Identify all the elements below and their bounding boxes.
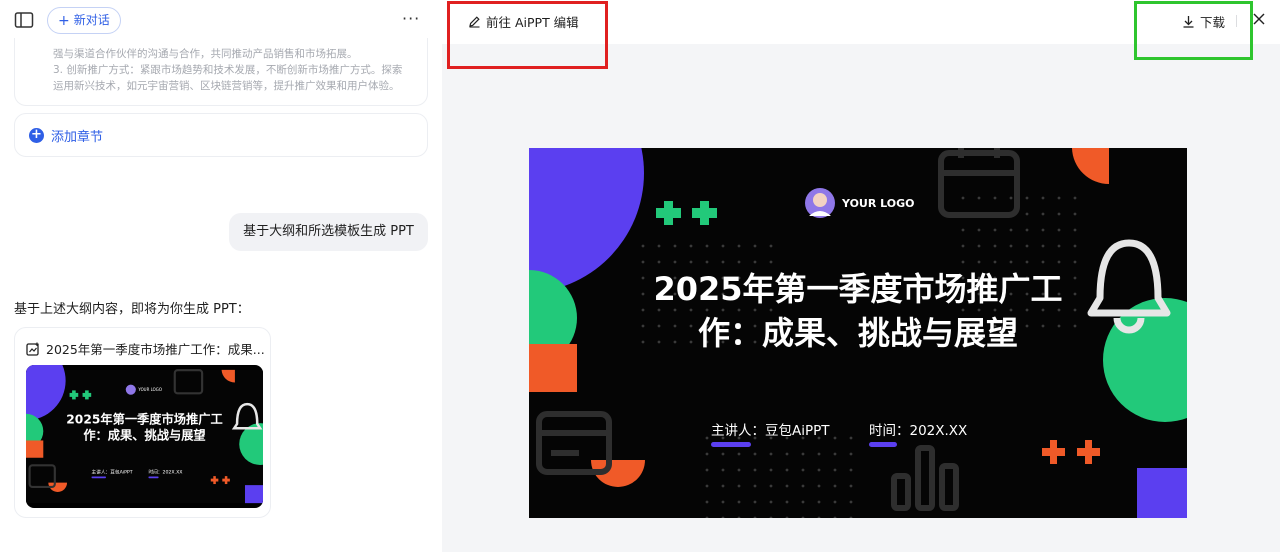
svg-text:2025年第一季度市场推广工: 2025年第一季度市场推广工 xyxy=(66,412,222,427)
user-message: 基于大纲和所选模板生成 PPT xyxy=(229,213,428,251)
plus-icon: + xyxy=(58,12,70,29)
ppt-file-icon xyxy=(26,342,39,356)
slide-time: 时间：202X.XX xyxy=(869,423,967,439)
ppt-thumbnail-graphic: YOUR LOGO 2025年第一季度市场推广工 作：成果、挑战与展望 主讲人：… xyxy=(26,365,263,504)
slide-logo-text: YOUR LOGO xyxy=(841,197,915,210)
new-chat-label: 新对话 xyxy=(73,13,110,27)
ppt-card-title: 2025年第一季度市场推广工作：成果... xyxy=(46,342,265,357)
ppt-card[interactable]: 2025年第一季度市场推广工作：成果... YOUR LOGO 2025年第一季… xyxy=(14,327,271,518)
close-icon[interactable] xyxy=(1252,12,1266,26)
slide-graphic: YOUR LOGO 2025年第一季度市场推广工 作：成果、挑战与展望 主讲人：… xyxy=(529,148,1187,518)
chat-panel: + 新对话 ··· 强与渠道合作伙伴的沟通与合作，共同推动产品销售和市场拓展。 … xyxy=(0,0,442,552)
chat-topbar: + 新对话 ··· xyxy=(0,0,442,40)
svg-text:YOUR LOGO: YOUR LOGO xyxy=(138,387,162,392)
ppt-card-title-row: 2025年第一季度市场推广工作：成果... xyxy=(26,339,265,358)
slide-preview: YOUR LOGO 2025年第一季度市场推广工 作：成果、挑战与展望 主讲人：… xyxy=(529,148,1187,518)
svg-text:作：成果、挑战与展望: 作：成果、挑战与展望 xyxy=(83,427,205,442)
add-circle-icon: + xyxy=(29,127,44,143)
outline-line: 运用新兴技术，如元宇宙营销、区块链营销等，提升推广效果和用户体验。 xyxy=(53,80,400,92)
edit-highlight-box xyxy=(447,1,608,69)
add-chapter-button[interactable]: + 添加章节 xyxy=(14,113,428,157)
ppt-thumbnail[interactable]: YOUR LOGO 2025年第一季度市场推广工 作：成果、挑战与展望 主讲人：… xyxy=(26,365,263,508)
slide-title-line2: 作：成果、挑战与展望 xyxy=(698,314,1018,352)
outline-card: 强与渠道合作伙伴的沟通与合作，共同推动产品销售和市场拓展。 3. 创新推广方式：… xyxy=(14,38,428,106)
new-chat-button[interactable]: + 新对话 xyxy=(47,7,121,34)
more-options-icon[interactable]: ··· xyxy=(402,9,420,28)
outline-line: 3. 创新推广方式：紧跟市场趋势和技术发展，不断创新市场推广方式。探索 xyxy=(53,64,403,76)
bot-message: 基于上述大纲内容，即将为你生成 PPT： xyxy=(14,302,250,317)
outline-line: 强与渠道合作伙伴的沟通与合作，共同推动产品销售和市场拓展。 xyxy=(53,48,358,60)
slide-presenter: 主讲人：豆包AiPPT xyxy=(711,423,830,439)
download-highlight-box xyxy=(1134,1,1253,60)
add-chapter-label: 添加章节 xyxy=(51,129,104,145)
slide-title-line1: 2025年第一季度市场推广工 xyxy=(653,270,1062,308)
sidebar-toggle-icon[interactable] xyxy=(14,11,34,29)
